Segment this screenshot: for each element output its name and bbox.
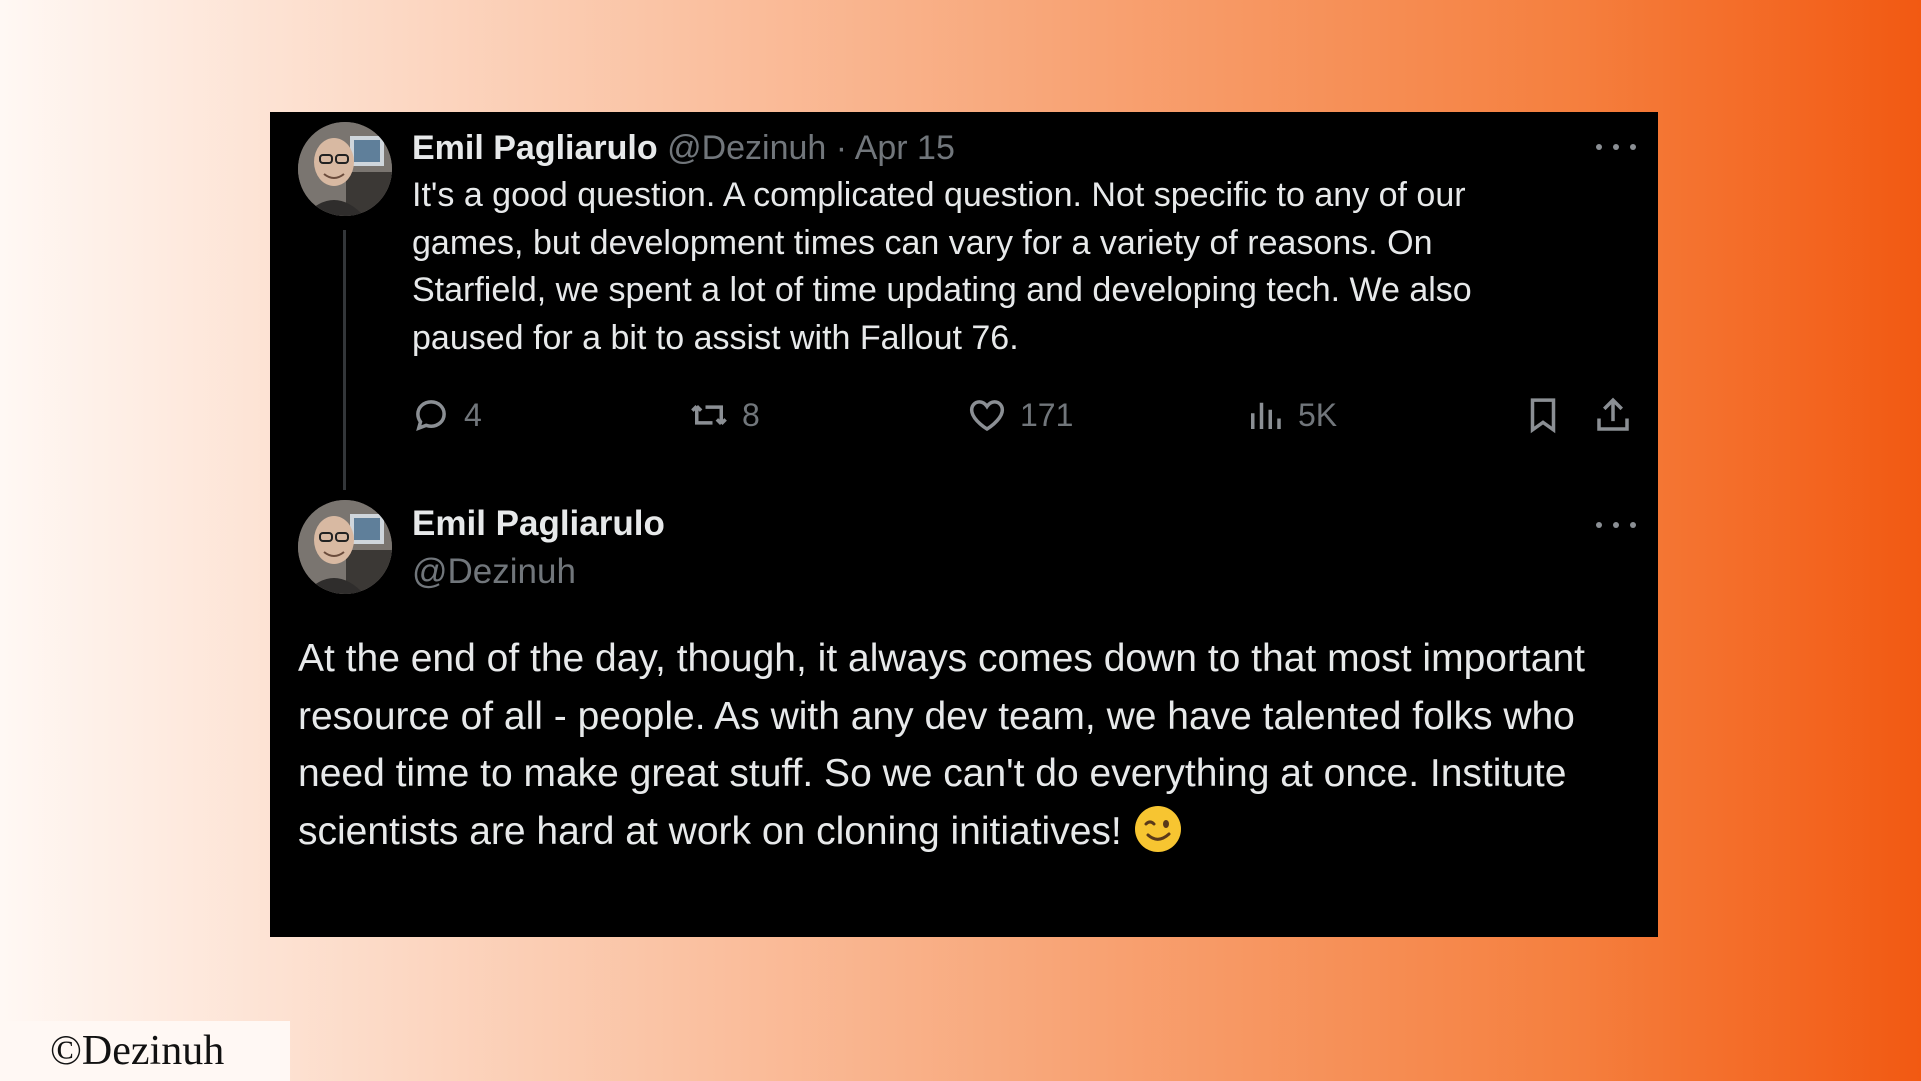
avatar[interactable] xyxy=(298,122,392,216)
copyright-watermark: ©Dezinuh xyxy=(0,1021,290,1081)
avatar[interactable] xyxy=(298,500,392,594)
tweet-header: Emil Pagliarulo @Dezinuh · Apr 15 xyxy=(412,124,955,172)
more-options-icon[interactable] xyxy=(1596,519,1636,531)
share-button[interactable] xyxy=(1592,394,1634,436)
heart-icon xyxy=(969,400,1005,432)
like-count: 171 xyxy=(1020,396,1074,433)
tweet-text: At the end of the day, though, it always… xyxy=(298,637,1585,853)
reply-button[interactable]: 4 xyxy=(410,394,482,436)
repost-button[interactable]: 8 xyxy=(688,394,760,436)
more-options-icon[interactable] xyxy=(1596,141,1636,153)
author-name[interactable]: Emil Pagliarulo xyxy=(412,129,658,167)
repost-count: 8 xyxy=(742,396,760,433)
reply-count: 4 xyxy=(464,396,482,433)
tweet-text-container: At the end of the day, though, it always… xyxy=(298,630,1628,860)
view-count: 5K xyxy=(1298,396,1338,433)
winking-face-emoji-icon xyxy=(1134,805,1181,852)
repost-icon xyxy=(691,405,727,425)
tweet-date[interactable]: Apr 15 xyxy=(855,129,955,167)
reply-icon xyxy=(416,400,446,431)
tweet-thread-card: Emil Pagliarulo @Dezinuh · Apr 15 It's a… xyxy=(270,112,1658,937)
author-handle[interactable]: @Dezinuh xyxy=(667,129,826,167)
author-name[interactable]: Emil Pagliarulo xyxy=(412,500,665,548)
thread-line xyxy=(343,230,346,490)
separator-dot: · xyxy=(826,129,855,167)
like-button[interactable]: 171 xyxy=(966,394,1073,436)
author-handle[interactable]: @Dezinuh xyxy=(412,548,576,596)
share-icon xyxy=(1597,397,1629,431)
bookmark-icon xyxy=(1530,398,1556,434)
views-button[interactable]: 5K xyxy=(1244,394,1337,436)
tweet-text: It's a good question. A complicated ques… xyxy=(412,176,1472,357)
bookmark-button[interactable] xyxy=(1522,394,1564,436)
views-chart-icon xyxy=(1251,402,1281,429)
